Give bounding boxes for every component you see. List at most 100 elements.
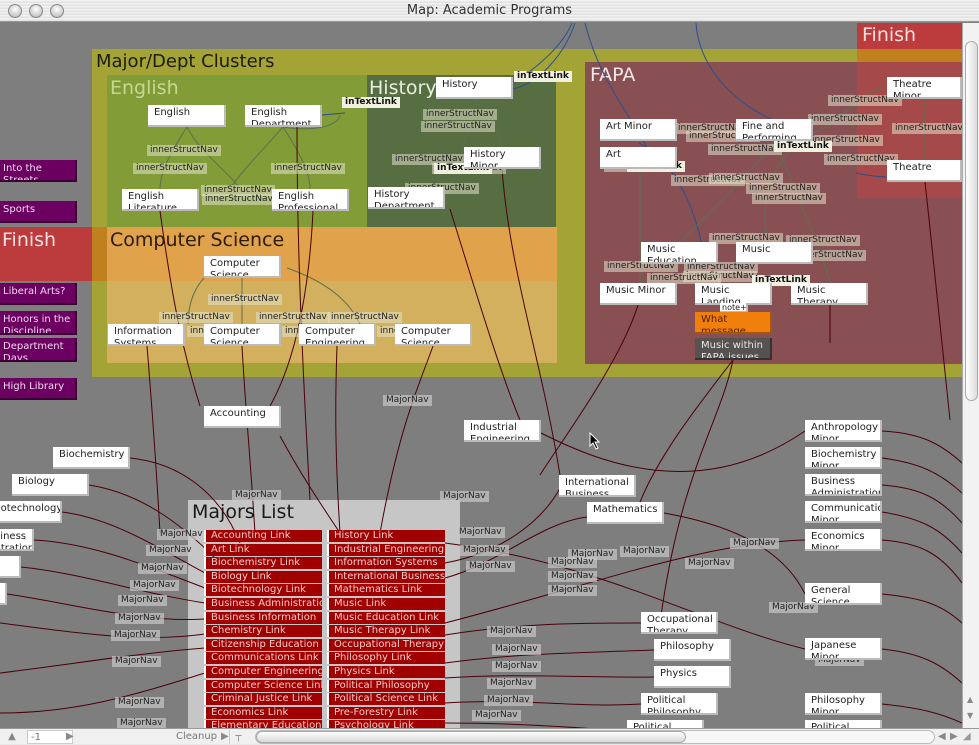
majors-list-link[interactable]: Elementary Education — [204, 720, 322, 728]
major-nav-tag[interactable]: MajorNav — [484, 695, 533, 706]
majors-list-link[interactable]: Political Philosophy — [327, 679, 445, 692]
node-theatre-minor[interactable]: Theatre Minor — [887, 77, 962, 99]
inner-struct-nav-tag[interactable]: innerStructNav — [133, 163, 207, 174]
inner-struct-nav-tag[interactable]: innerStructNav — [708, 144, 782, 155]
sidebar-item-department-days[interactable]: Department Days — [0, 338, 77, 362]
sidebar-item-liberal-arts[interactable]: Liberal Arts? — [0, 283, 77, 305]
node-industrial-engineering[interactable]: Industrial Engineering — [464, 420, 541, 442]
inner-struct-nav-tag[interactable]: innerStructNav — [147, 145, 221, 156]
node-philosophy-minor[interactable]: Philosophy Minor — [805, 693, 882, 715]
inner-struct-nav-tag[interactable]: innerStructNav — [271, 163, 345, 174]
node-political[interactable]: Political — [627, 720, 704, 728]
node-music[interactable]: Music — [736, 242, 813, 264]
majors-list-link[interactable]: Accounting Link — [204, 530, 322, 542]
node-english-literature[interactable]: English Literature — [122, 189, 199, 211]
node-music-minor[interactable]: Music Minor — [600, 283, 677, 305]
major-nav-tag[interactable]: MajorNav — [130, 580, 179, 591]
majors-list-link[interactable]: Biotechnology Link — [204, 584, 322, 597]
major-nav-tag[interactable]: MajorNav — [548, 585, 597, 596]
node-english[interactable]: English — [148, 105, 226, 127]
majors-list-link[interactable]: Computer Science Link — [204, 679, 322, 692]
level-next-arrow-icon[interactable]: ▶ — [66, 730, 74, 744]
node-information-systems[interactable]: Information Systems — [108, 324, 185, 346]
node-physics[interactable]: Physics — [654, 666, 731, 688]
sidebar-item-sports[interactable]: Sports — [0, 201, 77, 223]
inner-struct-nav-tag[interactable]: innerStructNav — [328, 312, 402, 323]
node-accounting[interactable]: Accounting — [204, 406, 281, 428]
inner-struct-nav-tag[interactable]: innerStructNav — [423, 109, 497, 120]
map-canvas[interactable]: Finish Major/Dept Clusters English Histo… — [0, 23, 962, 728]
node-history-minor[interactable]: History Minor — [464, 147, 541, 169]
node-biochemistry[interactable]: Biochemistry — [53, 447, 130, 469]
majors-list-link[interactable]: Pre-Forestry Link — [327, 706, 445, 719]
major-nav-tag[interactable]: MajorNav — [112, 656, 161, 667]
major-nav-tag[interactable]: MajorNav — [472, 710, 521, 721]
majors-list-link[interactable]: Political Science Link — [327, 693, 445, 706]
majors-list-link[interactable]: International Business — [327, 570, 445, 583]
major-nav-tag[interactable]: MajorNav — [232, 490, 281, 501]
majors-list-link[interactable]: Business Administration — [204, 598, 322, 610]
node-music-therapy[interactable]: Music Therapy — [791, 283, 868, 305]
inner-struct-nav-tag[interactable]: innerStructNav — [159, 312, 233, 323]
in-text-link-tag[interactable]: inTextLink — [514, 71, 572, 82]
node-left-unnamed-2[interactable] — [0, 583, 7, 605]
inner-struct-nav-tag[interactable]: innerStructNav — [892, 123, 962, 134]
scroll-up-arrow-icon[interactable]: ▲ — [967, 695, 973, 704]
node-computer-science-top[interactable]: Computer Science — [204, 256, 281, 278]
major-nav-tag[interactable]: MajorNav — [620, 546, 669, 557]
node-general-science-minor[interactable]: General Science Minor — [805, 583, 882, 605]
inner-struct-nav-tag[interactable]: innerStructNav — [202, 194, 276, 205]
node-english-professional[interactable]: English Professional — [272, 189, 349, 211]
level-up-button[interactable]: ▲ — [2, 730, 22, 744]
majors-list-link[interactable]: Biochemistry Link — [204, 557, 322, 570]
majors-list-link[interactable]: Industrial Engineering — [327, 543, 445, 556]
majors-list-link[interactable]: Biology Link — [204, 570, 322, 583]
scroll-left-arrow-icon[interactable]: ◀ — [938, 730, 946, 744]
node-computer-science[interactable]: Computer Science — [204, 324, 281, 346]
major-nav-tag[interactable]: MajorNav — [487, 626, 536, 637]
majors-list-link[interactable]: Philosophy Link — [327, 652, 445, 665]
resize-grip-icon[interactable]: ◢ — [963, 730, 977, 744]
node-biology[interactable]: Biology — [12, 474, 89, 496]
node-business-administration-minor[interactable]: Business Administration — [805, 474, 882, 496]
sidebar-item-honors-in-the-discipline[interactable]: Honors in the Discipline — [0, 311, 77, 335]
major-nav-tag[interactable]: MajorNav — [440, 491, 489, 502]
inner-struct-nav-tag[interactable]: innerStructNav — [421, 121, 495, 132]
node-art-minor[interactable]: Art Minor — [600, 119, 677, 141]
node-history-department[interactable]: History Department — [368, 187, 445, 209]
node-fine-and-performing[interactable]: Fine and Performing — [736, 119, 813, 141]
major-nav-tag[interactable]: MajorNav — [111, 630, 160, 641]
majors-list-link[interactable]: Music Therapy Link — [327, 625, 445, 638]
horizontal-scroll-thumb[interactable] — [256, 731, 686, 743]
node-english-department[interactable]: English Department — [245, 105, 322, 127]
node-art[interactable]: Art — [600, 147, 677, 169]
node-computer-science-minor[interactable]: Computer Science Minor — [395, 324, 472, 346]
node-political-minor[interactable]: Political — [805, 720, 882, 728]
major-nav-tag[interactable]: MajorNav — [548, 557, 597, 568]
major-nav-tag[interactable]: MajorNav — [548, 571, 597, 582]
in-text-link-tag[interactable]: inTextLink — [342, 97, 400, 108]
major-nav-tag[interactable]: MajorNav — [492, 661, 541, 672]
majors-list-link[interactable]: Criminal Justice Link — [204, 693, 322, 706]
majors-list-link[interactable]: Music Education Link — [327, 611, 445, 624]
major-nav-tag[interactable]: MajorNav — [487, 678, 536, 689]
node-music-education[interactable]: Music Education — [641, 242, 718, 264]
majors-list-link[interactable]: Economics Link — [204, 706, 322, 719]
note-music-within-fapa-issues[interactable]: Music within FAPA issues — [695, 338, 772, 360]
majors-list-link[interactable]: Music Link — [327, 598, 445, 610]
horizontal-scrollbar[interactable] — [255, 730, 935, 744]
major-nav-tag[interactable]: MajorNav — [157, 529, 206, 540]
majors-list-link[interactable]: Computer Engineering — [204, 666, 322, 678]
node-political-philosophy[interactable]: Political Philosophy — [641, 693, 718, 715]
major-nav-tag[interactable]: MajorNav — [117, 718, 166, 728]
majors-list-link[interactable]: Mathematics Link — [327, 584, 445, 597]
majors-list-link[interactable]: Citizenship Education — [204, 638, 322, 651]
inner-struct-nav-tag[interactable]: innerStructNav — [746, 183, 820, 194]
major-nav-tag[interactable]: MajorNav — [460, 545, 509, 556]
majors-list-link[interactable]: Art Link — [204, 543, 322, 556]
majors-list-link[interactable]: History Link — [327, 530, 445, 542]
node-business-administration[interactable]: Business Administration — [0, 529, 34, 551]
node-economics-minor[interactable]: Economics Minor — [805, 529, 882, 551]
node-music-landing[interactable]: Music Landing — [695, 283, 772, 305]
vertical-scrollbar[interactable]: ▲ ▼ — [962, 23, 979, 728]
